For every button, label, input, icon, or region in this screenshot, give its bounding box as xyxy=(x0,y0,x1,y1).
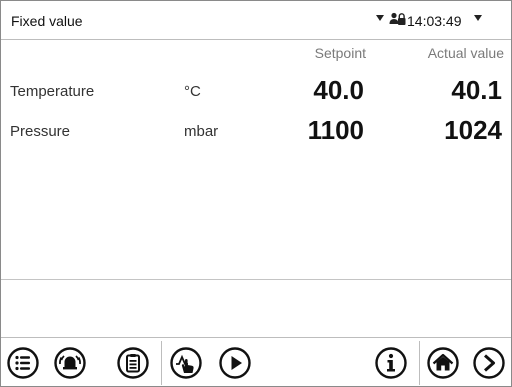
user-lock-icon[interactable] xyxy=(389,11,407,27)
menu-icon[interactable] xyxy=(6,346,40,380)
home-icon[interactable] xyxy=(426,346,460,380)
event-list-icon[interactable] xyxy=(116,346,150,380)
alarm-icon[interactable] xyxy=(53,346,87,380)
toolbar-separator xyxy=(419,341,420,385)
status-header: Fixed value 14:03:49 xyxy=(1,1,511,40)
temperature-actual: 40.1 xyxy=(451,75,502,105)
manual-control-icon[interactable] xyxy=(169,346,203,380)
next-icon[interactable] xyxy=(472,346,506,380)
chevron-down-icon[interactable] xyxy=(474,15,482,21)
pressure-unit: mbar xyxy=(184,123,219,140)
toolbar-separator xyxy=(161,341,162,385)
info-area-divider xyxy=(1,279,511,280)
pressure-setpoint[interactable]: 1100 xyxy=(308,115,364,146)
actual-value-column-header: Actual value xyxy=(427,45,504,61)
info-icon[interactable] xyxy=(374,346,408,380)
pressure-actual: 1024 xyxy=(444,115,502,145)
clock-time: 14:03:49 xyxy=(407,13,462,29)
temperature-unit: °C xyxy=(184,83,201,100)
toolbar-divider xyxy=(1,337,511,338)
play-icon[interactable] xyxy=(218,346,252,380)
operating-mode-label[interactable]: Fixed value xyxy=(11,13,83,29)
pressure-label: Pressure xyxy=(10,123,71,140)
temperature-label: Temperature xyxy=(10,83,95,100)
temperature-setpoint[interactable]: 40.0 xyxy=(313,75,364,106)
dropdown-arrow-icon[interactable] xyxy=(376,15,384,21)
setpoint-column-header: Setpoint xyxy=(314,45,366,61)
